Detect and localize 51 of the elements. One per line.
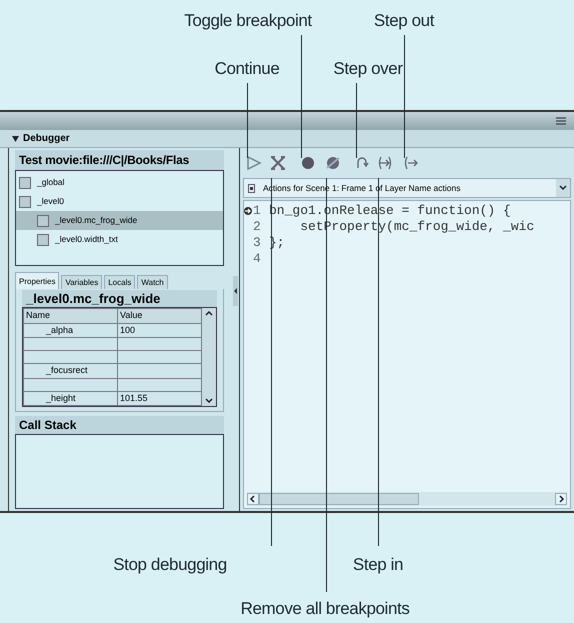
panel-title: Debugger <box>23 132 70 146</box>
movie-clip-icon <box>19 196 31 208</box>
table-cell: _alpha <box>24 323 118 338</box>
panel-tab[interactable]: Properties <box>15 272 60 289</box>
step-in-icon[interactable] <box>377 156 393 170</box>
callout-label: Step over <box>333 58 403 80</box>
callout-label: Step out <box>374 10 434 32</box>
step-over-icon[interactable] <box>355 156 371 170</box>
table-cell: 101.55 <box>118 391 202 406</box>
callout-label: Remove all breakpoints <box>240 598 410 620</box>
line-number: 2 <box>253 218 262 236</box>
line-number: 4 <box>253 250 262 268</box>
continue-icon[interactable] <box>246 156 262 170</box>
tree-item[interactable]: _level0.mc_frog_wide <box>16 211 223 230</box>
stop-x-icon[interactable] <box>270 156 286 170</box>
panel-options-icon[interactable] <box>556 117 566 125</box>
horizontal-scrollbar[interactable] <box>247 492 567 506</box>
collapse-triangle-icon[interactable] <box>12 136 19 142</box>
scroll-right-icon[interactable] <box>555 493 567 505</box>
scroll-down-icon[interactable] <box>205 398 213 403</box>
movie-clip-icon <box>37 234 49 246</box>
breakpoint-dot-icon[interactable] <box>300 156 316 170</box>
table-cell: _height <box>24 391 118 406</box>
tree-item[interactable]: _global <box>16 173 223 192</box>
column-header: Name <box>24 308 118 323</box>
line-number: 3 <box>253 234 262 252</box>
scrollbar-thumb[interactable] <box>259 493 419 505</box>
tree-item[interactable]: _level0.width_txt <box>16 230 223 249</box>
script-file-icon <box>248 184 255 192</box>
panel-tab[interactable]: Watch <box>137 275 168 289</box>
tree-item[interactable]: _level0 <box>16 192 223 211</box>
scroll-left-icon[interactable] <box>247 493 259 505</box>
vertical-scrollbar[interactable] <box>202 308 216 406</box>
remove-breakpoints-icon[interactable] <box>325 156 341 170</box>
line-number: 1 <box>253 202 262 220</box>
movie-path-header: Test movie:file:///C|/Books/Flas <box>15 150 224 170</box>
object-name-header: _level0.mc_frog_wide <box>22 290 217 307</box>
callout-label: Step in <box>352 554 404 576</box>
callout-label: Continue <box>214 58 280 80</box>
step-out-icon[interactable] <box>403 156 419 170</box>
callout-label: Toggle breakpoint <box>184 10 312 32</box>
scroll-up-icon[interactable] <box>205 311 213 316</box>
panel-tab[interactable]: Locals <box>104 275 136 289</box>
movie-clip-icon <box>37 214 49 226</box>
table-cell: 100 <box>118 323 202 338</box>
panel-tab[interactable]: Variables <box>61 275 102 289</box>
table-cell: _focusrect <box>24 364 118 378</box>
call-stack-header: Call Stack <box>15 416 224 434</box>
callout-label: Stop debugging <box>113 554 227 576</box>
column-header: Value <box>118 308 202 323</box>
movie-clip-icon <box>19 176 31 188</box>
